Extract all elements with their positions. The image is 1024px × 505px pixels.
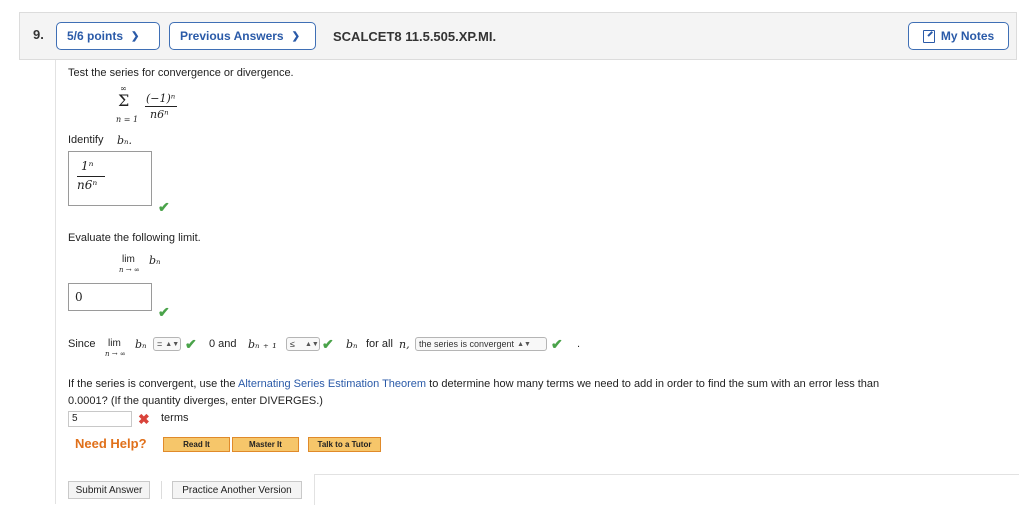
fraction-bar xyxy=(77,176,105,177)
limit-var: bₙ xyxy=(149,254,161,267)
since-lim: lim xyxy=(108,338,121,349)
note-icon xyxy=(922,29,935,43)
answer-numerator: 1ⁿ xyxy=(81,159,94,173)
incorrect-x-icon: ✖ xyxy=(138,411,150,427)
correct-check-icon: ✔ xyxy=(551,336,563,352)
footer-panel xyxy=(314,474,1019,505)
for-all-label: for all xyxy=(366,338,393,350)
master-it-button[interactable]: Master It xyxy=(232,437,299,452)
since-bn: bₙ xyxy=(135,338,147,351)
updown-arrow-icon: ▲▼ xyxy=(165,340,180,348)
correct-check-icon: ✔ xyxy=(158,199,170,215)
my-notes-label: My Notes xyxy=(940,29,995,43)
limit-answer-field[interactable]: 0 xyxy=(68,283,152,311)
estimation-text-pre: If the series is convergent, use the xyxy=(68,378,238,390)
bn-label: bₙ xyxy=(346,338,358,351)
prompt-text: Test the series for convergence or diver… xyxy=(68,67,294,79)
sigma-icon: Σ xyxy=(118,91,130,110)
conclusion-select[interactable]: the series is convergent ▲▼ xyxy=(415,337,547,351)
question-body: Test the series for convergence or diver… xyxy=(55,60,1019,505)
estimation-text-post: to determine how many terms we need to a… xyxy=(426,378,880,390)
question-number: 9. xyxy=(33,27,44,42)
terms-answer-field[interactable]: 5 xyxy=(68,411,132,427)
relation-select-1[interactable]: = ▲▼ xyxy=(153,337,181,351)
theorem-link[interactable]: Alternating Series Estimation Theorem xyxy=(238,378,426,390)
chevron-down-icon: ❯ xyxy=(131,30,140,42)
previous-answers-dropdown[interactable]: Previous Answers ❯ xyxy=(169,22,316,50)
answer-denominator: n6ⁿ xyxy=(77,178,98,192)
since-label: Since xyxy=(68,338,96,350)
limit-lim: lim xyxy=(122,254,135,265)
practice-another-version-button[interactable]: Practice Another Version xyxy=(172,481,302,499)
relation-select-2[interactable]: ≤ ▲▼ xyxy=(286,337,320,351)
talk-to-tutor-button[interactable]: Talk to a Tutor xyxy=(308,437,381,452)
my-notes-button[interactable]: My Notes xyxy=(908,22,1009,50)
previous-answers-label: Previous Answers xyxy=(180,29,284,43)
series-denominator: n6ⁿ xyxy=(150,108,169,121)
estimation-line-1: If the series is convergent, use the Alt… xyxy=(68,378,879,390)
conclusion-select-value: the series is convergent xyxy=(419,339,515,349)
correct-check-icon: ✔ xyxy=(185,336,197,352)
submit-answer-button[interactable]: Submit Answer xyxy=(68,481,150,499)
correct-check-icon: ✔ xyxy=(158,304,170,320)
terms-answer-value: 5 xyxy=(72,413,78,424)
points-dropdown[interactable]: 5/6 points ❯ xyxy=(56,22,160,50)
since-subscript: n → ∞ xyxy=(105,350,126,358)
divider xyxy=(161,481,162,499)
zero-and-label: 0 and xyxy=(209,338,237,350)
need-help-label: Need Help? xyxy=(75,436,147,451)
bn-plus-1: bₙ ₊ ₁ xyxy=(248,338,277,351)
relation-select-2-value: ≤ xyxy=(290,339,295,349)
limit-answer-value: 0 xyxy=(75,290,83,304)
correct-check-icon: ✔ xyxy=(322,336,334,352)
chevron-down-icon: ❯ xyxy=(291,30,300,42)
limit-subscript: n → ∞ xyxy=(119,266,140,274)
terms-unit: terms xyxy=(161,412,189,424)
read-it-button[interactable]: Read It xyxy=(163,437,230,452)
identify-label: Identify xyxy=(68,134,104,146)
evaluate-label: Evaluate the following limit. xyxy=(68,232,201,244)
question-id: SCALCET8 11.5.505.XP.MI. xyxy=(333,29,497,44)
updown-arrow-icon: ▲▼ xyxy=(517,340,531,348)
question-header: 9. 5/6 points ❯ Previous Answers ❯ SCALC… xyxy=(19,12,1017,60)
identify-variable: bₙ. xyxy=(117,134,132,147)
fraction-bar xyxy=(145,106,177,107)
estimation-line-2: 0.0001? (If the quantity diverges, enter… xyxy=(68,395,323,407)
points-label: 5/6 points xyxy=(67,29,124,43)
series-numerator: (−1)ⁿ xyxy=(146,92,176,105)
bn-answer-field[interactable]: 1ⁿ n6ⁿ xyxy=(68,151,152,206)
period: . xyxy=(577,338,581,350)
n-label: n, xyxy=(399,338,410,351)
relation-select-1-value: = xyxy=(157,339,163,349)
sigma-lower-limit: n = 1 xyxy=(116,115,139,124)
updown-arrow-icon: ▲▼ xyxy=(304,340,319,348)
